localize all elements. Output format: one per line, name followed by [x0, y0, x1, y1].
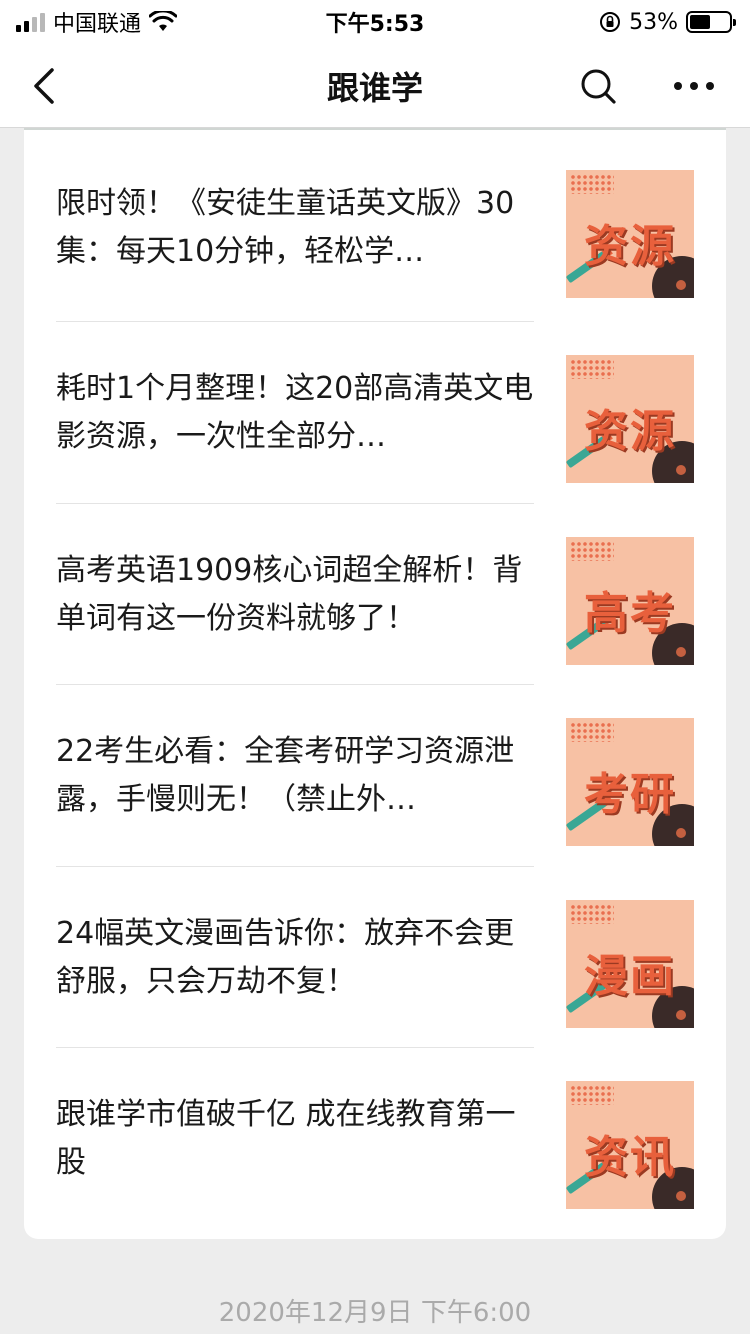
- article-title: 22考生必看：全套考研学习资源泄露，手慢则无！（禁止外…: [56, 734, 515, 817]
- back-icon[interactable]: [30, 66, 60, 106]
- search-icon[interactable]: [578, 66, 618, 106]
- article-item[interactable]: 耗时1个月整理！这20部高清英文电影资源，一次性全部分… 资源: [56, 322, 694, 504]
- status-bar: 中国联通 下午5:53 53%: [0, 0, 750, 44]
- article-title: 高考英语1909核心词超全解析！背单词有这一份资料就够了！: [56, 553, 523, 636]
- article-item[interactable]: 24幅英文漫画告诉你：放弃不会更舒服，只会万劫不复！ 漫画: [56, 867, 694, 1049]
- article-title: 耗时1个月整理！这20部高清英文电影资源，一次性全部分…: [56, 371, 534, 454]
- thumbnail-tag: 考研: [584, 769, 676, 820]
- article-thumbnail: 高考: [566, 537, 694, 665]
- article-thumbnail: 漫画: [566, 900, 694, 1028]
- message-timestamp: 2020年12月9日 下午6:00: [218, 1298, 532, 1328]
- status-bar-right: 53%: [599, 9, 736, 35]
- article-thumbnail: 资讯: [566, 1081, 694, 1209]
- article-thumbnail: 考研: [566, 718, 694, 846]
- battery-level: [690, 15, 711, 29]
- article-title: 限时领！《安徒生童话英文版》30集：每天10分钟，轻松学…: [56, 186, 515, 269]
- thumbnail-tag: 资源: [584, 221, 676, 272]
- thumbnail-tag: 资讯: [584, 1132, 676, 1183]
- article-title: 跟谁学市值破千亿 成在线教育第一股: [56, 1097, 516, 1180]
- battery-icon: [686, 11, 736, 33]
- article-item[interactable]: 限时领！《安徒生童话英文版》30集：每天10分钟，轻松学… 资源: [56, 137, 694, 319]
- signal-icon: [16, 12, 45, 32]
- article-item[interactable]: 22考生必看：全套考研学习资源泄露，手慢则无！（禁止外… 考研: [56, 685, 694, 867]
- status-bar-left: 中国联通: [16, 6, 178, 38]
- article-thumbnail: 资源: [566, 355, 694, 483]
- thumbnail-tag: 漫画: [584, 951, 676, 1002]
- battery-percent: 53%: [629, 9, 678, 35]
- thumbnail-tag: 高考: [584, 588, 676, 639]
- rotation-lock-icon: [600, 12, 621, 32]
- article-item[interactable]: 跟谁学市值破千亿 成在线教育第一股 资讯: [56, 1048, 694, 1230]
- navigation-bar: 跟谁学: [0, 44, 750, 128]
- card-top-edge: [24, 128, 726, 130]
- article-thumbnail: 资源: [566, 170, 694, 298]
- article-title: 24幅英文漫画告诉你：放弃不会更舒服，只会万劫不复！: [56, 916, 515, 999]
- wifi-icon: [149, 11, 178, 31]
- article-card: 限时领！《安徒生童话英文版》30集：每天10分钟，轻松学… 资源 耗时1个月整理…: [24, 129, 726, 1239]
- thumbnail-tag: 资源: [584, 406, 676, 457]
- page-title: 跟谁学: [326, 68, 423, 107]
- more-icon[interactable]: [672, 70, 716, 102]
- article-item[interactable]: 高考英语1909核心词超全解析！背单词有这一份资料就够了！ 高考: [56, 504, 694, 686]
- carrier-label: 中国联通: [53, 12, 142, 37]
